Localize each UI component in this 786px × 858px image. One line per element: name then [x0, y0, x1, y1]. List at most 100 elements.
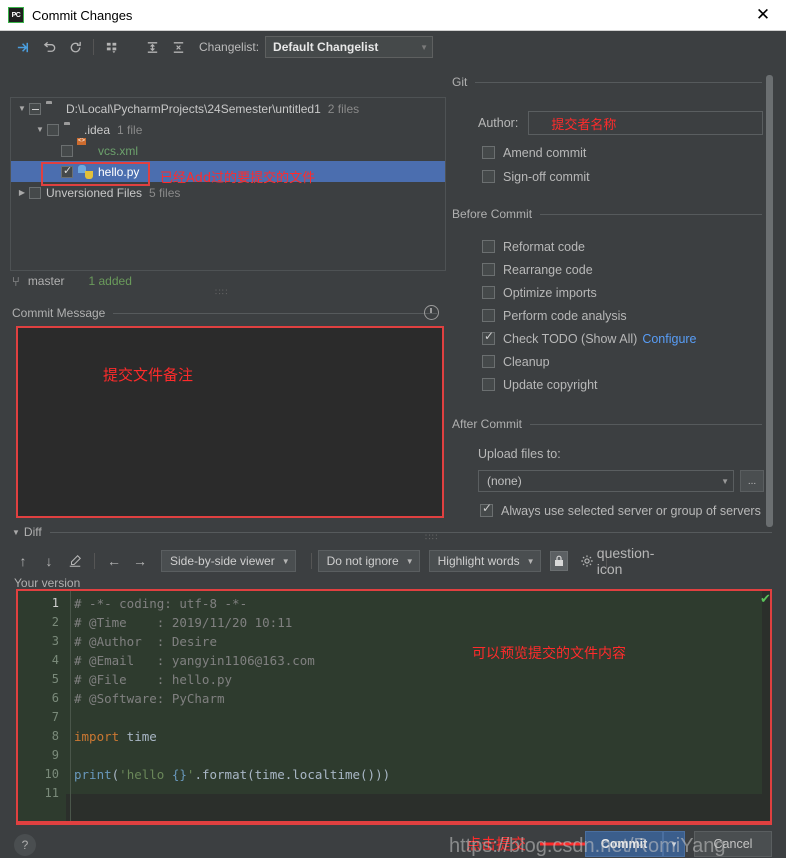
amend-commit-row[interactable]: Amend commit [482, 141, 586, 164]
changelist-combo[interactable]: Default Changelist ▼ [265, 36, 434, 58]
row-checkbox[interactable] [61, 144, 73, 157]
accept-right-icon[interactable]: → [127, 550, 153, 572]
divider [113, 312, 437, 314]
changed-files-tree[interactable]: ▼ D:\Local\PycharmProjects\24Semester\un… [10, 97, 446, 271]
splitter-handle[interactable]: ∷∷ [215, 287, 228, 298]
upload-target-combo[interactable]: (none) ▼ [478, 470, 734, 492]
check-todo-row[interactable]: Check TODO (Show All) Configure [482, 327, 697, 350]
accept-left-icon[interactable]: ← [101, 550, 127, 572]
perform-code-analysis-checkbox[interactable] [482, 309, 495, 322]
always-use-server-row[interactable]: Always use selected server or group of s… [480, 499, 761, 522]
changes-toolbar: Changelist: Default Changelist ▼ [0, 31, 446, 63]
commit-message-input[interactable] [16, 326, 444, 518]
viewer-mode-combo[interactable]: Side-by-side viewer ▼ [161, 550, 296, 572]
optimize-imports-row[interactable]: Optimize imports [482, 281, 597, 304]
table-row[interactable]: ▼ D:\Local\PycharmProjects\24Semester\un… [11, 98, 445, 119]
collapse-all-icon[interactable] [165, 35, 191, 59]
code-lines[interactable]: # -*- coding: utf-8 -*- # @Time : 2019/11… [74, 591, 390, 803]
toolbar-separator [93, 39, 94, 55]
update-copyright-checkbox[interactable] [482, 378, 495, 391]
group-by-icon[interactable] [99, 35, 125, 59]
expand-all-icon[interactable] [139, 35, 165, 59]
table-row[interactable]: hello.py [11, 161, 445, 182]
git-panel-scrollbar[interactable] [766, 75, 773, 527]
table-row[interactable]: vcs.xml [11, 140, 445, 161]
configure-link[interactable]: Configure [642, 332, 696, 346]
next-difference-icon[interactable]: ↓ [36, 550, 62, 572]
row-checkbox[interactable] [29, 102, 41, 115]
commit-message-label: Commit Message [12, 306, 106, 320]
annotation-line [16, 823, 772, 825]
rearrange-code-row[interactable]: Rearrange code [482, 258, 593, 281]
update-copyright-row[interactable]: Update copyright [482, 373, 598, 396]
table-row[interactable]: ▶ Unversioned Files 5 files [11, 182, 445, 203]
lock-icon[interactable] [549, 551, 568, 571]
your-version-label: Your version [14, 576, 81, 590]
gear-icon[interactable] [574, 550, 600, 572]
always-use-server-checkbox[interactable] [480, 501, 493, 517]
code-token: .format(time.localtime())) [194, 767, 391, 782]
diff-code-editor[interactable]: 1 2 3 4 5 6 7 8 9 10 11 # -*- coding: ut… [16, 589, 772, 823]
prev-difference-icon[interactable]: ↑ [10, 550, 36, 572]
line-number: 10 [44, 767, 59, 781]
revert-icon[interactable] [36, 35, 62, 59]
refresh-icon[interactable] [62, 35, 88, 59]
changelist-label: Changelist: [199, 40, 260, 54]
code-token: # -*- coding: utf-8 -*- [74, 596, 248, 611]
divider [540, 213, 762, 215]
line-number: 1 [51, 596, 59, 610]
chevron-down-icon: ▼ [281, 556, 290, 566]
highlight-mode-combo[interactable]: Highlight words ▼ [428, 550, 541, 572]
clock-icon[interactable] [424, 305, 439, 320]
line-number: 5 [51, 672, 59, 686]
author-field[interactable]: 提交者名称 [528, 111, 763, 135]
divider [49, 531, 772, 533]
cleanup-checkbox[interactable] [482, 355, 495, 368]
cleanup-row[interactable]: Cleanup [482, 350, 550, 373]
line-number: 7 [51, 710, 59, 724]
line-number-gutter: 1 2 3 4 5 6 7 8 9 10 11 [18, 591, 66, 821]
no-errors-icon: ✔ [760, 591, 771, 606]
perform-code-analysis-row[interactable]: Perform code analysis [482, 304, 627, 327]
row-checkbox[interactable] [29, 186, 41, 199]
rearrange-code-checkbox[interactable] [482, 263, 495, 276]
table-row[interactable]: ▼ .idea 1 file [11, 119, 445, 140]
sign-off-commit-row[interactable]: Sign-off commit [482, 165, 590, 188]
row-checkbox[interactable] [61, 164, 73, 178]
reformat-code-checkbox[interactable] [482, 240, 495, 253]
amend-commit-label: Amend commit [503, 145, 587, 160]
expand-twisty-icon[interactable]: ▶ [15, 188, 29, 197]
diff-splitter-handle[interactable]: ∷∷ [425, 532, 438, 543]
sign-off-commit-checkbox[interactable] [482, 170, 495, 183]
expand-twisty-icon[interactable]: ▼ [15, 104, 29, 113]
optimize-imports-checkbox[interactable] [482, 286, 495, 299]
row-checkbox[interactable] [47, 123, 59, 136]
watermark: https://blog.csdn.net/RomiYang [449, 835, 726, 857]
edit-source-icon[interactable] [62, 550, 88, 572]
tree-item-count: 2 files [327, 101, 360, 116]
question-icon[interactable]: question-icon [597, 545, 655, 577]
chevron-down-icon[interactable]: ▼ [12, 528, 20, 537]
code-line: # @Time : 2019/11/20 10:11 [74, 613, 390, 632]
code-token: print [74, 767, 112, 782]
move-to-changelist-icon[interactable] [10, 35, 36, 59]
diff-section-header: ▼ Diff [12, 525, 772, 539]
help-button[interactable]: ? [14, 834, 36, 856]
code-line: # @File : hello.py [74, 670, 390, 689]
divider [530, 423, 762, 425]
highlight-mode-value: Highlight words [437, 554, 520, 568]
line-number: 3 [51, 634, 59, 648]
line-number: 9 [51, 748, 59, 762]
chevron-down-icon: ▼ [405, 556, 414, 566]
reformat-code-row[interactable]: Reformat code [482, 235, 585, 258]
close-icon[interactable]: ✕ [740, 0, 786, 30]
diff-label: Diff [23, 525, 42, 539]
browse-servers-button[interactable]: ... [740, 470, 764, 492]
rearrange-code-label: Rearrange code [503, 262, 593, 277]
branch-status: 1 added [88, 274, 132, 288]
amend-commit-checkbox[interactable] [482, 146, 495, 159]
check-todo-checkbox[interactable] [482, 329, 495, 345]
expand-twisty-icon[interactable]: ▼ [33, 125, 47, 134]
ignore-mode-combo[interactable]: Do not ignore ▼ [317, 550, 420, 572]
